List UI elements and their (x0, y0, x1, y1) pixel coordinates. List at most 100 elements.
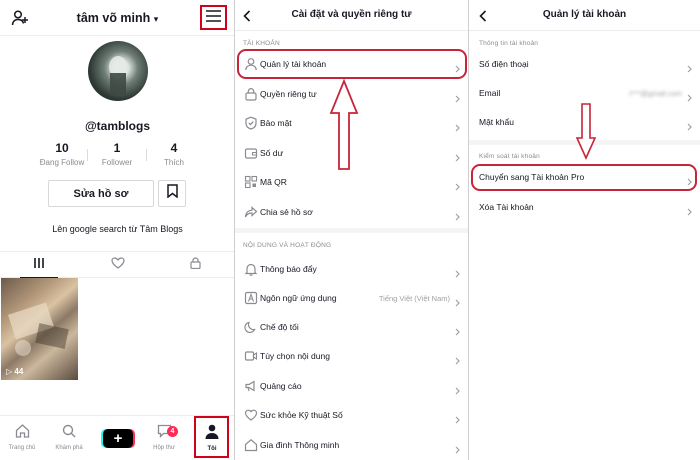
bookmark-icon (166, 184, 178, 203)
manage-account-header: Quản lý tài khoản (469, 0, 700, 31)
settings-item-label: Ngôn ngữ ứng dụng (260, 293, 337, 303)
settings-item-content-preferences[interactable]: Tùy chọn nội dung (235, 344, 468, 368)
chevron-right-icon (455, 178, 460, 196)
settings-item-push-notifications[interactable]: Thông báo đẩy (235, 257, 468, 281)
stat-value: 10 (55, 141, 69, 155)
settings-item-ads[interactable]: Quảng cáo (235, 374, 468, 398)
lock-icon (189, 256, 201, 274)
stat-label: Thích (163, 158, 184, 167)
stat-label: Đang Follow (39, 158, 85, 167)
add-user-icon[interactable] (11, 9, 29, 27)
chevron-right-icon (455, 352, 460, 370)
settings-item-app-language[interactable]: Ngôn ngữ ứng dụng Tiếng Việt (Việt Nam) (235, 286, 468, 310)
tab-private[interactable] (176, 252, 214, 278)
chevron-right-icon (687, 89, 692, 107)
stat-label: Follower (101, 158, 133, 167)
profile-username[interactable]: tâm võ minh ▾ (40, 11, 195, 25)
settings-item-digital-wellbeing[interactable]: Sức khỏe Kỹ thuật Số (235, 403, 468, 427)
video-views: ▷ 44 (6, 367, 23, 376)
nav-label: Trang chủ (8, 445, 36, 451)
stat-followers[interactable]: 1 Follower (87, 141, 147, 167)
me-highlight (194, 416, 229, 458)
section-account-control: Kiểm soát tài khoản (479, 153, 540, 160)
chevron-right-icon (455, 90, 460, 108)
account-item-label: Mật khẩu (479, 117, 514, 127)
home-icon (15, 424, 30, 442)
nav-discover[interactable]: Khám phá (49, 424, 89, 451)
settings-item-label: Quảng cáo (260, 381, 302, 391)
video-thumbnail[interactable]: ▷ 44 (1, 278, 78, 380)
settings-item-label: Mã QR (260, 177, 287, 187)
lock-icon (244, 87, 258, 101)
chevron-right-icon (455, 265, 460, 283)
stat-likes[interactable]: 4 Thích (144, 141, 204, 167)
chevron-right-icon (687, 118, 692, 136)
language-icon (244, 291, 258, 305)
email-value: t***@gmail.com (629, 88, 682, 98)
play-icon: ▷ (6, 367, 13, 376)
search-icon (62, 424, 76, 442)
share-icon (244, 205, 258, 219)
settings-item-qr[interactable]: Mã QR (235, 170, 468, 194)
inbox-badge: 4 (167, 426, 178, 437)
account-item-phone[interactable]: Số điện thoại (469, 52, 700, 76)
profile-handle: @tamblogs (84, 119, 151, 133)
heart-icon (244, 408, 258, 422)
menu-button[interactable] (200, 5, 227, 30)
page-title: Quản lý tài khoản (542, 9, 627, 20)
tab-liked[interactable] (99, 252, 137, 278)
manage-account-screen: Quản lý tài khoản Thông tin tài khoản Số… (469, 0, 700, 460)
grid-icon (33, 256, 45, 274)
settings-item-dark-mode[interactable]: Chế độ tối (235, 315, 468, 339)
chevron-right-icon (455, 208, 460, 226)
arrow-up-annotation (329, 79, 359, 170)
page-title: Cài đặt và quyền riêng tư (291, 9, 412, 20)
plus-icon: + (113, 430, 123, 447)
manage-account-highlight (237, 49, 467, 79)
stat-value: 1 (113, 141, 121, 155)
chevron-right-icon (455, 294, 460, 312)
nav-inbox[interactable]: Hộp thư (144, 424, 184, 451)
settings-item-label: Thông báo đẩy (260, 264, 317, 274)
chevron-right-icon (455, 441, 460, 459)
edit-profile-button[interactable]: Sửa hồ sơ (48, 180, 154, 207)
settings-header: Cài đặt và quyền riêng tư (235, 0, 468, 31)
nav-label: Khám phá (55, 445, 83, 451)
create-button[interactable]: + (103, 429, 133, 448)
switch-pro-highlight (471, 164, 697, 191)
moon-icon (244, 320, 258, 334)
arrow-down-annotation (575, 103, 597, 160)
settings-item-share-profile[interactable]: Chia sẻ hồ sơ (235, 200, 468, 224)
bookmark-button[interactable] (158, 180, 186, 207)
settings-item-label: Bảo mật (260, 118, 292, 128)
view-count: 44 (14, 367, 24, 376)
chevron-right-icon (455, 323, 460, 341)
username-text: tâm võ minh (76, 11, 151, 25)
section-account: TÀI KHOẢN (243, 40, 280, 47)
settings-item-family-pairing[interactable]: Gia đình Thông minh (235, 433, 468, 457)
account-item-label: Số điện thoại (479, 59, 529, 69)
profile-bio: Lên google search từ Tâm Blogs (52, 224, 183, 234)
video-icon (244, 349, 258, 363)
settings-screen: Cài đặt và quyền riêng tư TÀI KHOẢN Quản… (235, 0, 469, 460)
chevron-right-icon (455, 411, 460, 429)
section-content-activity: NỘI DUNG VÀ HOẠT ĐỘNG (243, 242, 332, 249)
nav-home[interactable]: Trang chủ (2, 424, 42, 451)
chevron-right-icon (455, 149, 460, 167)
account-item-label: Email (479, 88, 501, 98)
stat-following[interactable]: 10 Đang Follow (32, 141, 92, 167)
account-item-delete[interactable]: Xóa Tài khoản (469, 195, 700, 219)
tab-videos[interactable] (20, 252, 58, 278)
chevron-right-icon (687, 203, 692, 221)
back-icon[interactable] (479, 9, 487, 27)
megaphone-icon (244, 379, 258, 393)
account-item-label: Xóa Tài khoản (479, 202, 534, 212)
chevron-right-icon (455, 119, 460, 137)
hamburger-icon (206, 9, 221, 27)
home-icon (244, 438, 258, 452)
section-divider (235, 228, 468, 233)
stat-value: 4 (170, 141, 178, 155)
back-icon[interactable] (243, 9, 251, 27)
profile-top-bar: tâm võ minh ▾ (0, 0, 234, 36)
avatar[interactable] (88, 41, 148, 101)
